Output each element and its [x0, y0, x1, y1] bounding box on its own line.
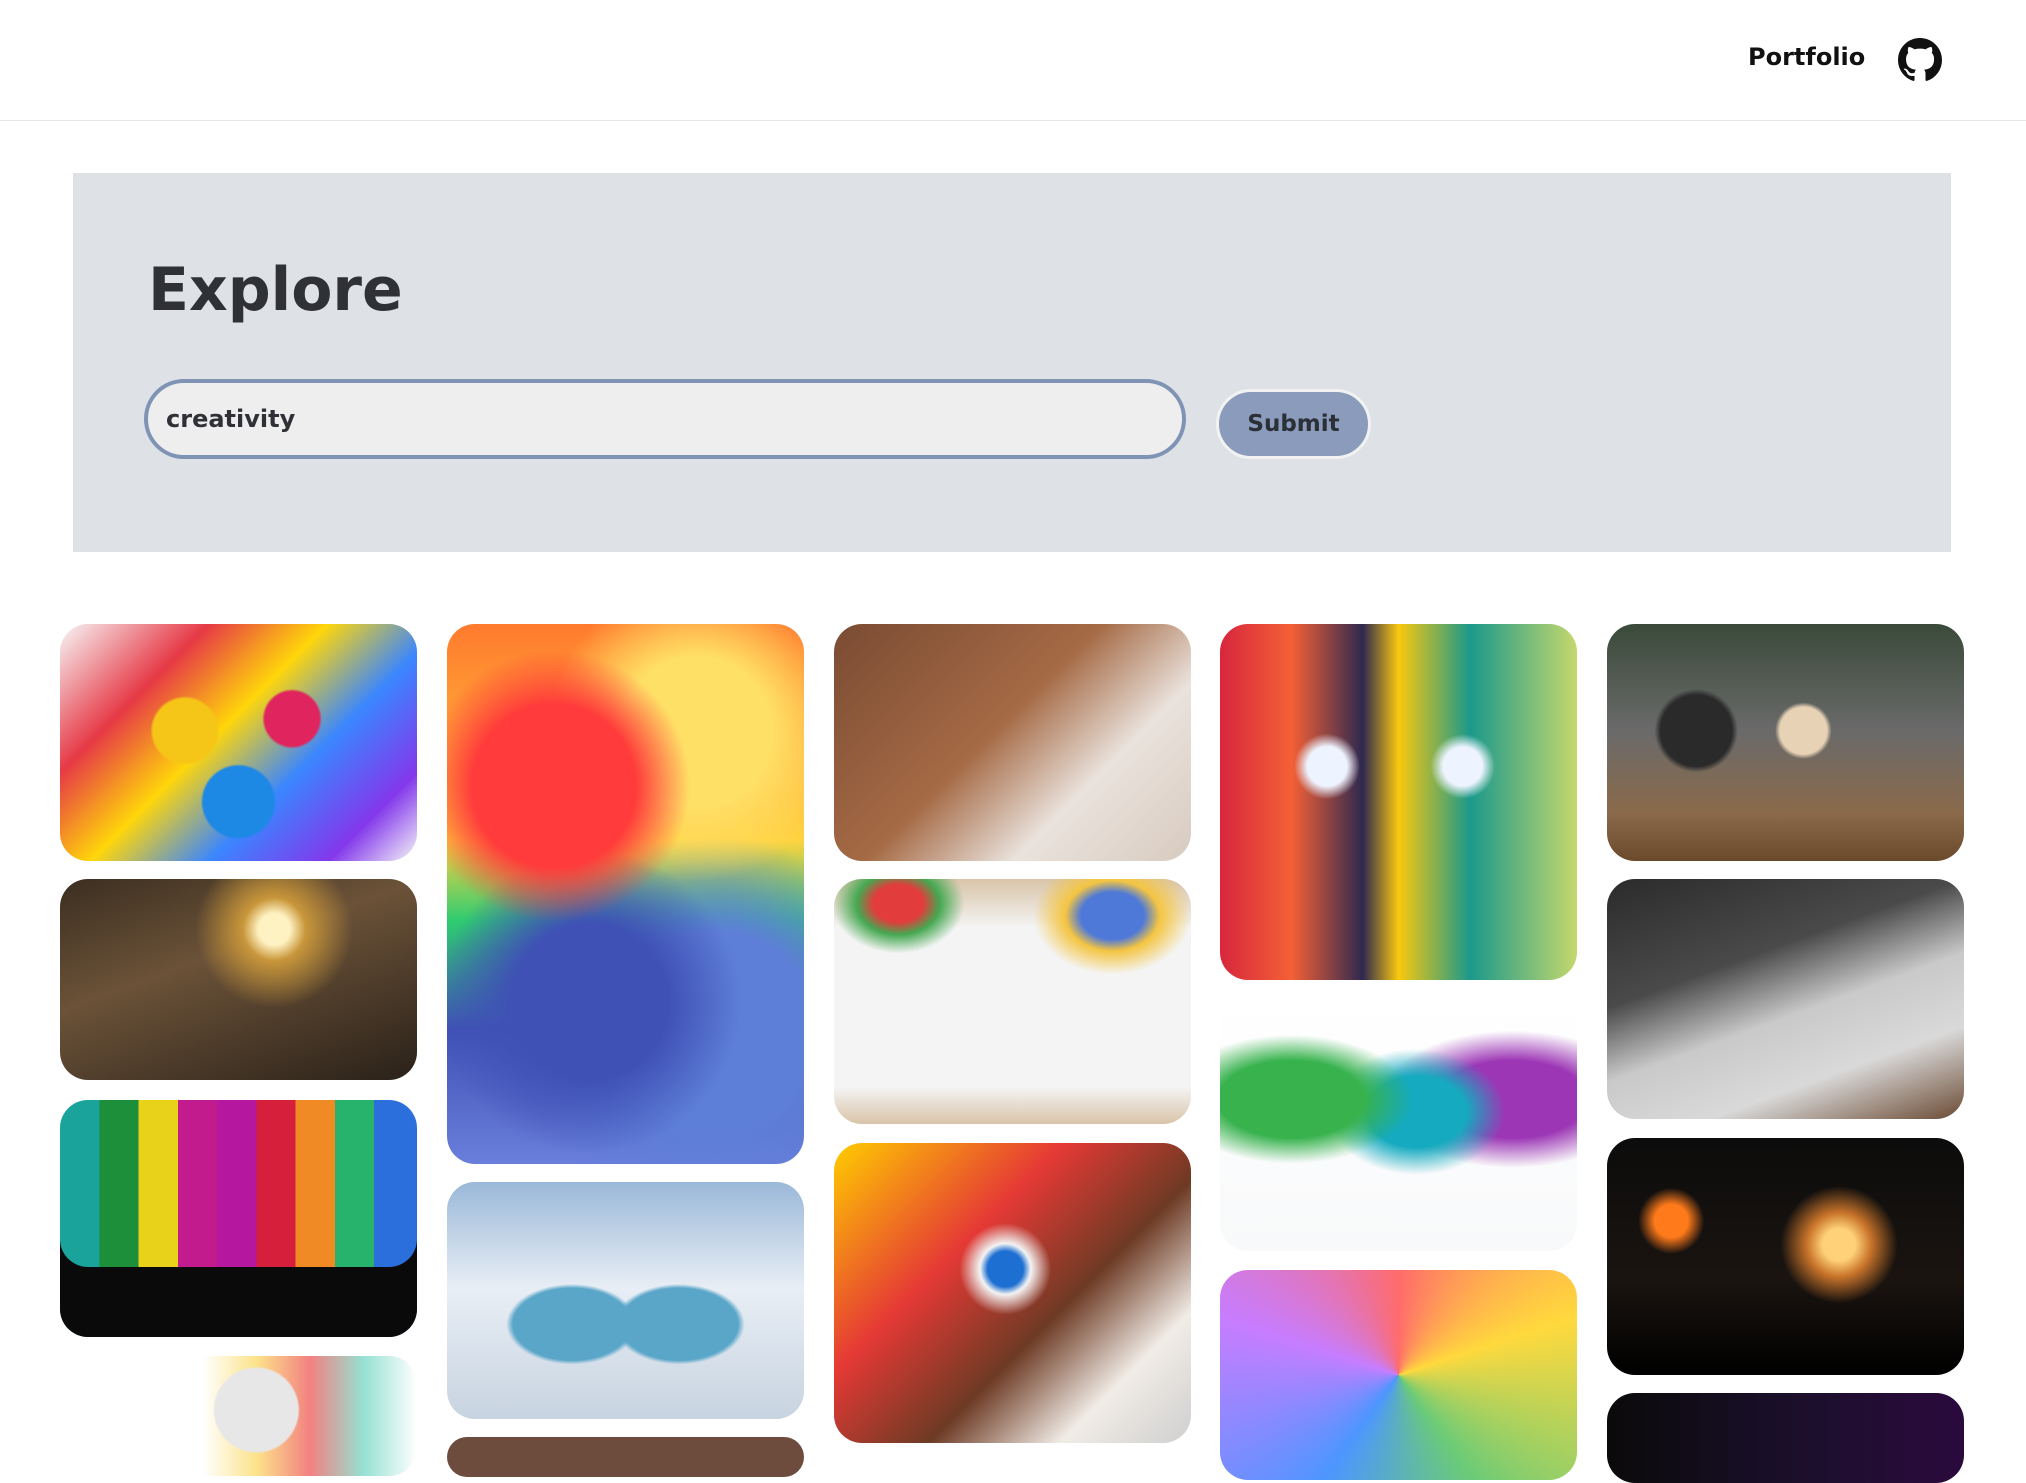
gallery-image[interactable] — [60, 624, 417, 861]
gallery-image[interactable] — [60, 1356, 417, 1476]
gallery-image[interactable] — [447, 624, 804, 1164]
gallery-image[interactable] — [447, 1182, 804, 1419]
explore-hero: Explore Submit — [73, 173, 1951, 552]
top-navbar: Portfolio — [0, 0, 2026, 121]
gallery-image[interactable] — [60, 1100, 417, 1337]
gallery-image[interactable] — [1220, 624, 1577, 980]
page-title: Explore — [148, 255, 403, 325]
portfolio-link[interactable]: Portfolio — [1748, 43, 1865, 71]
gallery-image[interactable] — [1607, 1138, 1964, 1375]
gallery-image[interactable] — [1220, 1270, 1577, 1480]
gallery-image[interactable] — [60, 879, 417, 1080]
gallery-image[interactable] — [834, 624, 1191, 861]
gallery-image[interactable] — [1607, 879, 1964, 1119]
gallery-image[interactable] — [1607, 624, 1964, 861]
gallery-image[interactable] — [1607, 1393, 1964, 1483]
gallery-image[interactable] — [834, 879, 1191, 1124]
submit-button[interactable]: Submit — [1216, 389, 1371, 459]
gallery-image[interactable] — [1220, 998, 1577, 1251]
github-icon[interactable] — [1898, 38, 1942, 82]
gallery-image[interactable] — [447, 1437, 804, 1477]
search-input[interactable] — [144, 379, 1186, 459]
gallery-image[interactable] — [834, 1143, 1191, 1443]
